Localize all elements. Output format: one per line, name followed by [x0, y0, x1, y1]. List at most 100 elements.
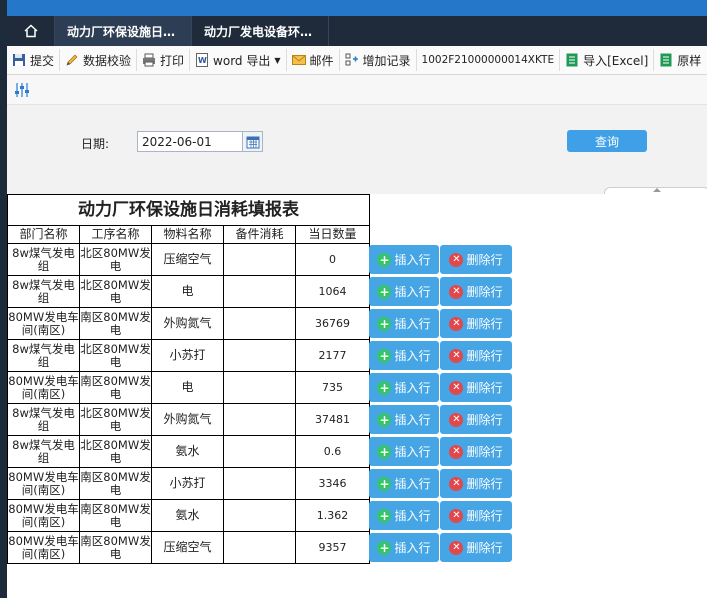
word-export-label: word 导出	[213, 53, 271, 68]
calendar-button[interactable]	[243, 131, 263, 152]
delete-row-button[interactable]: ✕ 删除行	[440, 277, 512, 306]
delete-row-button[interactable]: ✕ 删除行	[440, 501, 512, 530]
qty-cell[interactable]: 735	[294, 371, 371, 404]
insert-row-button[interactable]: + 插入行	[369, 373, 439, 402]
qty-cell[interactable]: 37481	[294, 403, 371, 436]
insert-row-button[interactable]: + 插入行	[369, 245, 439, 274]
row-action-group: + 插入行 ✕ 删除行	[369, 405, 519, 437]
tab-power-equipment[interactable]: 动力厂发电设备环…	[192, 16, 329, 46]
validate-button[interactable]: 数据校验	[60, 49, 138, 71]
import-excel-button[interactable]: 导入[Excel]	[560, 49, 655, 71]
insert-row-button[interactable]: + 插入行	[369, 469, 439, 498]
delete-row-button[interactable]: ✕ 删除行	[440, 437, 512, 466]
qty-cell[interactable]: 1.362	[294, 499, 371, 532]
dept-cell: 8w煤气发电组	[7, 339, 80, 372]
spare-cell[interactable]	[223, 243, 296, 276]
process-cell: 南区80MW发电	[79, 499, 152, 532]
date-input[interactable]	[137, 131, 243, 152]
process-cell: 南区80MW发电	[79, 371, 152, 404]
close-icon: ✕	[449, 380, 464, 395]
print-label: 打印	[160, 53, 185, 68]
qty-cell[interactable]: 0	[294, 243, 371, 276]
submit-button[interactable]: 提交	[7, 49, 61, 71]
print-button[interactable]: 打印	[137, 49, 191, 71]
insert-row-button[interactable]: + 插入行	[369, 405, 439, 434]
spare-cell[interactable]	[223, 499, 296, 532]
insert-row-button[interactable]: + 插入行	[369, 533, 439, 562]
qty-cell[interactable]: 3346	[294, 467, 371, 500]
add-record-label: 增加记录	[362, 53, 411, 68]
spare-cell[interactable]	[223, 371, 296, 404]
material-cell: 外购氮气	[151, 403, 224, 436]
delete-row-button[interactable]: ✕ 删除行	[440, 469, 512, 498]
close-icon: ✕	[449, 348, 464, 363]
home-tab[interactable]	[7, 16, 55, 46]
dept-cell: 80MW发电车间(南区)	[7, 307, 80, 340]
qty-cell[interactable]: 1064	[294, 275, 371, 308]
qty-cell[interactable]: 9357	[294, 531, 371, 564]
spare-cell[interactable]	[223, 339, 296, 372]
qty-cell[interactable]: 36769	[294, 307, 371, 340]
material-cell: 小苏打	[151, 467, 224, 500]
add-record-button[interactable]: 增加记录	[340, 49, 417, 71]
spare-cell[interactable]	[223, 307, 296, 340]
dept-cell: 8w煤气发电组	[7, 243, 80, 276]
spare-cell[interactable]	[223, 403, 296, 436]
plus-icon: +	[377, 508, 392, 523]
word-export-dropdown[interactable]: W word 导出 ▼	[190, 49, 287, 71]
delete-row-button[interactable]: ✕ 删除行	[440, 533, 512, 562]
qty-cell[interactable]: 0.6	[294, 435, 371, 468]
insert-row-button[interactable]: + 插入行	[369, 309, 439, 338]
printer-icon	[142, 53, 156, 67]
col-header-qty: 当日数量	[294, 225, 371, 244]
spare-cell[interactable]	[223, 531, 296, 564]
plus-icon: +	[377, 540, 392, 555]
delete-row-button[interactable]: ✕ 删除行	[440, 405, 512, 434]
table-row: 8w煤气发电组 北区80MW发电 压缩空气 0	[7, 243, 371, 276]
delete-row-button[interactable]: ✕ 删除行	[440, 309, 512, 338]
delete-row-button[interactable]: ✕ 删除行	[440, 245, 512, 274]
close-icon: ✕	[449, 412, 464, 427]
svg-text:W: W	[198, 56, 207, 65]
close-icon: ✕	[449, 444, 464, 459]
raw-sample-label: 原样	[677, 53, 702, 68]
process-cell: 北区80MW发电	[79, 435, 152, 468]
top-accent-strip	[0, 0, 707, 16]
delete-row-button[interactable]: ✕ 删除行	[440, 373, 512, 402]
spare-cell[interactable]	[223, 467, 296, 500]
row-action-group: + 插入行 ✕ 删除行	[369, 277, 519, 309]
insert-row-button[interactable]: + 插入行	[369, 437, 439, 466]
home-icon	[23, 24, 38, 38]
dept-cell: 80MW发电车间(南区)	[7, 531, 80, 564]
spare-cell[interactable]	[223, 275, 296, 308]
dept-cell: 8w煤气发电组	[7, 275, 80, 308]
record-code: 1002F21000000014XKTE	[417, 49, 561, 71]
plus-icon: +	[377, 412, 392, 427]
table-row: 8w煤气发电组 北区80MW发电 电 1064	[7, 275, 371, 308]
table-row: 80MW发电车间(南区) 南区80MW发电 电 735	[7, 371, 371, 404]
insert-row-button[interactable]: + 插入行	[369, 501, 439, 530]
material-cell: 电	[151, 275, 224, 308]
insert-row-button[interactable]: + 插入行	[369, 341, 439, 370]
dept-cell: 8w煤气发电组	[7, 435, 80, 468]
qty-cell[interactable]: 2177	[294, 339, 371, 372]
insert-row-button[interactable]: + 插入行	[369, 277, 439, 306]
delete-row-button[interactable]: ✕ 删除行	[440, 341, 512, 370]
collapse-panel-toggle[interactable]	[604, 187, 707, 194]
material-cell: 外购氮气	[151, 307, 224, 340]
material-cell: 压缩空气	[151, 531, 224, 564]
raw-sample-button[interactable]: 原样	[654, 49, 706, 71]
plus-icon: +	[377, 316, 392, 331]
filter-sliders-icon[interactable]	[13, 81, 31, 99]
tab-env-daily[interactable]: 动力厂环保设施日…	[55, 16, 192, 46]
plus-icon: +	[377, 476, 392, 491]
plus-icon: +	[377, 348, 392, 363]
material-cell: 电	[151, 371, 224, 404]
add-record-icon	[345, 53, 359, 67]
mail-button[interactable]: 邮件	[287, 49, 340, 71]
spare-cell[interactable]	[223, 435, 296, 468]
close-icon: ✕	[449, 252, 464, 267]
table-row: 80MW发电车间(南区) 南区80MW发电 氨水 1.362	[7, 499, 371, 532]
query-button[interactable]: 查询	[567, 130, 647, 152]
table-row: 8w煤气发电组 北区80MW发电 氨水 0.6	[7, 435, 371, 468]
